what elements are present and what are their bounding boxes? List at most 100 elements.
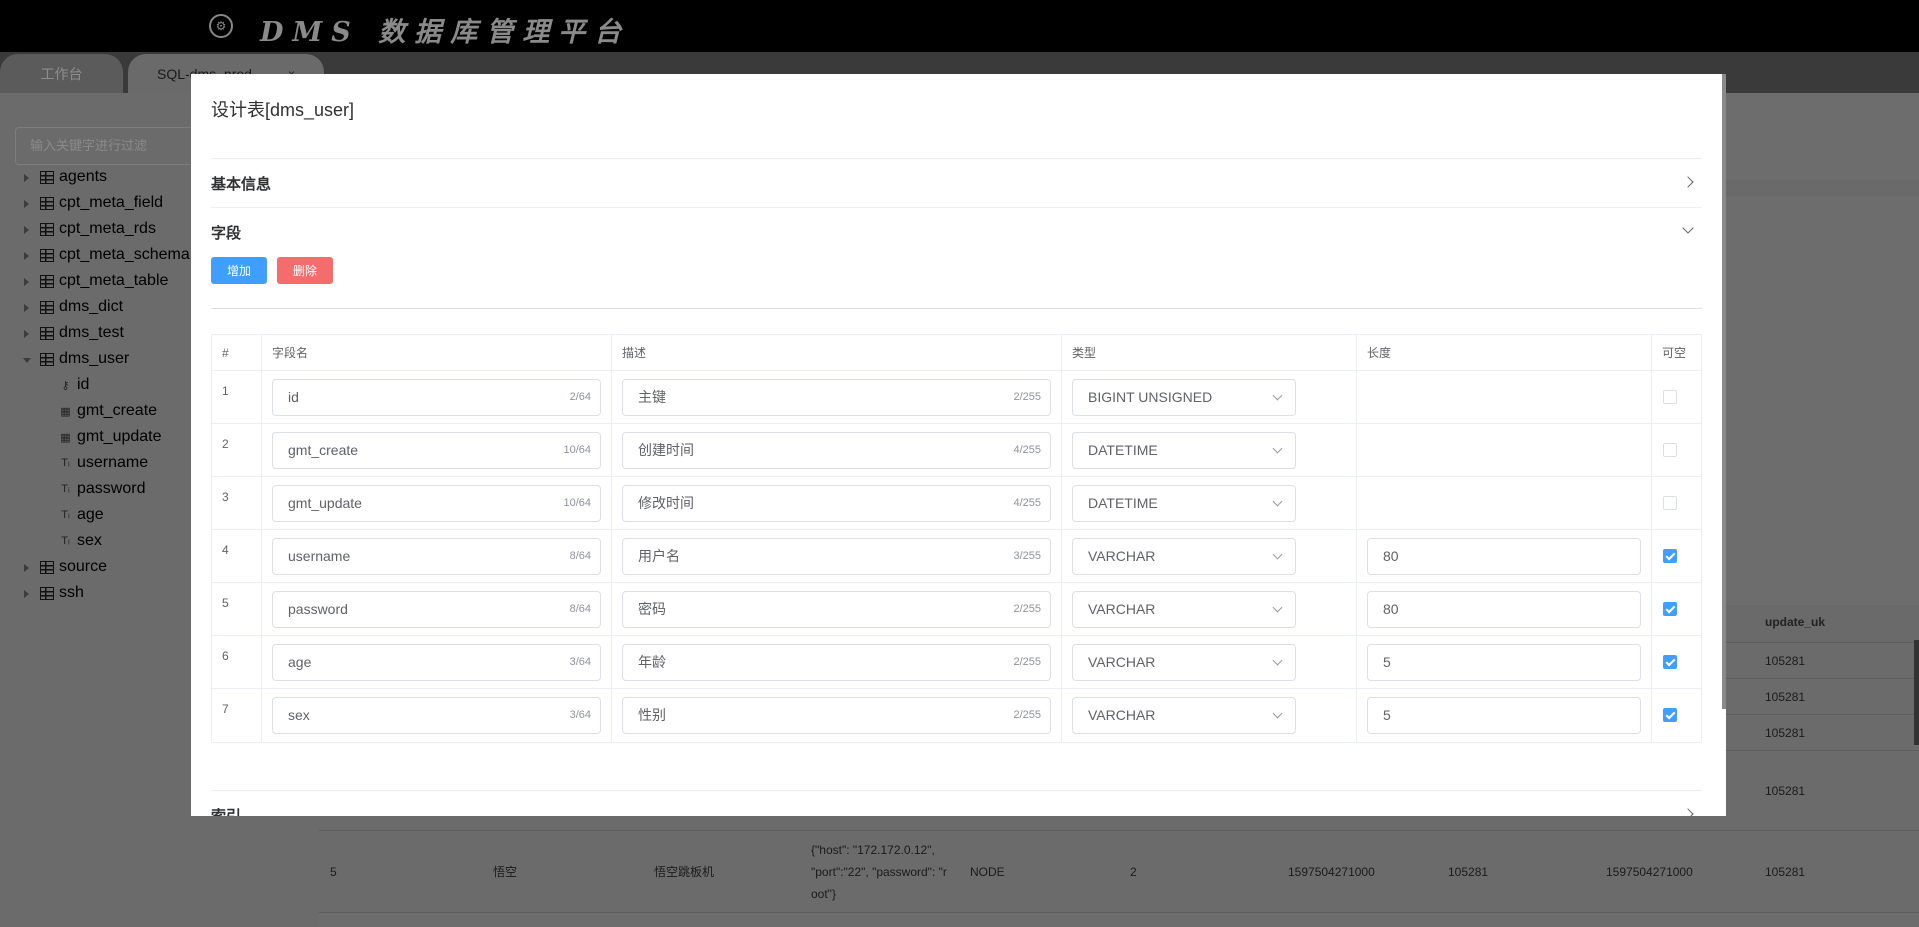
field-name-input[interactable]: id 2/64: [272, 379, 601, 416]
cell-type: VARCHAR: [1062, 636, 1357, 688]
add-field-button[interactable]: 增加: [211, 257, 267, 284]
nullable-checkbox[interactable]: [1663, 602, 1677, 616]
table-icon: [40, 223, 54, 236]
length-input[interactable]: 80: [1367, 591, 1641, 628]
fields-table-body: 1 id 2/64 主键 2/255 BIGINT UNSIGNED 2 gmt_create…: [212, 371, 1701, 742]
nullable-checkbox[interactable]: [1663, 443, 1677, 457]
header-field-name: 字段名: [262, 335, 612, 370]
chevron-down-icon: [1272, 655, 1283, 666]
cell-description: 年龄 2/255: [612, 636, 1062, 688]
type-value: VARCHAR: [1088, 654, 1156, 670]
type-select[interactable]: DATETIME: [1072, 432, 1296, 469]
section-index[interactable]: 索引: [211, 790, 1702, 816]
text-type-icon: Tᵢ: [61, 509, 70, 521]
scrollbar[interactable]: [1914, 640, 1919, 745]
type-select[interactable]: VARCHAR: [1072, 644, 1296, 681]
field-name-input[interactable]: sex 3/64: [272, 697, 601, 734]
tab-workbench[interactable]: 工作台: [0, 54, 123, 93]
cell-nullable: [1652, 636, 1703, 688]
field-name-input[interactable]: age 3/64: [272, 644, 601, 681]
description-input[interactable]: 主键 2/255: [622, 379, 1051, 416]
table-label: ssh: [59, 584, 84, 601]
column-label: gmt_create: [77, 402, 158, 419]
dialog-scrollbar[interactable]: [1722, 74, 1726, 709]
fields-table-header: # 字段名 描述 类型 长度 可空: [212, 335, 1701, 371]
description-input[interactable]: 性别 2/255: [622, 697, 1051, 734]
nullable-checkbox[interactable]: [1663, 390, 1677, 404]
caret-right-icon[interactable]: [24, 590, 29, 598]
table-icon: [40, 353, 54, 366]
table-label: agents: [59, 168, 108, 185]
section-fields[interactable]: 字段: [211, 207, 1702, 256]
cell-length: 5: [1357, 689, 1652, 742]
caret-right-icon[interactable]: [24, 200, 29, 208]
caret-right-icon[interactable]: [24, 330, 29, 338]
type-value: DATETIME: [1088, 495, 1158, 511]
field-name-input[interactable]: gmt_create 10/64: [272, 432, 601, 469]
type-select[interactable]: BIGINT UNSIGNED: [1072, 379, 1296, 416]
description-input[interactable]: 创建时间 4/255: [622, 432, 1051, 469]
table-icon: [40, 561, 54, 574]
row-number: 3: [222, 490, 229, 504]
chevron-down-icon: [1272, 496, 1283, 507]
field-row: 4 username 8/64 用户名 3/255 VARCHAR 80: [212, 530, 1701, 583]
bg-cell-update-uk: 105281: [1765, 690, 1806, 704]
top-bar: ⚙ DMS 数据库管理平台: [0, 0, 1919, 52]
row-number: 4: [222, 543, 229, 557]
length-value: 5: [1383, 707, 1391, 723]
length-input[interactable]: 80: [1367, 538, 1641, 575]
length-input[interactable]: 5: [1367, 644, 1641, 681]
table-label: cpt_meta_field: [59, 194, 164, 211]
caret-right-icon[interactable]: [24, 226, 29, 234]
description-input[interactable]: 用户名 3/255: [622, 538, 1051, 575]
app-title: DMS 数据库管理平台: [260, 17, 631, 48]
cell-nullable: [1652, 371, 1703, 423]
design-table-dialog: 设计表[dms_user] 基本信息 字段 增加 删除 # 字段名 描述 类型 …: [191, 74, 1726, 816]
nullable-checkbox[interactable]: [1663, 655, 1677, 669]
header-length: 长度: [1357, 335, 1652, 370]
field-row: 5 password 8/64 密码 2/255 VARCHAR 80: [212, 583, 1701, 636]
length-input[interactable]: 5: [1367, 697, 1641, 734]
header-num: #: [212, 335, 262, 370]
description-value: 创建时间: [638, 442, 694, 458]
bg-cell-col5: 2: [1130, 865, 1137, 879]
table-label: dms_dict: [59, 298, 124, 315]
description-input[interactable]: 密码 2/255: [622, 591, 1051, 628]
length-value: 5: [1383, 654, 1391, 670]
description-input[interactable]: 年龄 2/255: [622, 644, 1051, 681]
cell-description: 性别 2/255: [612, 689, 1062, 742]
table-label: cpt_meta_rds: [59, 220, 156, 237]
caret-right-icon[interactable]: [24, 278, 29, 286]
nullable-checkbox[interactable]: [1663, 708, 1677, 722]
bg-cell-type: NODE: [970, 865, 1005, 879]
caret-right-icon[interactable]: [24, 304, 29, 312]
type-select[interactable]: VARCHAR: [1072, 538, 1296, 575]
nullable-checkbox[interactable]: [1663, 549, 1677, 563]
char-count: 2/64: [569, 391, 591, 403]
field-name-input[interactable]: password 8/64: [272, 591, 601, 628]
char-count: 10/64: [563, 497, 591, 509]
field-name-value: sex: [288, 707, 310, 723]
caret-right-icon[interactable]: [24, 564, 29, 572]
description-input[interactable]: 修改时间 4/255: [622, 485, 1051, 522]
description-value: 年龄: [638, 654, 666, 670]
cell-description: 创建时间 4/255: [612, 424, 1062, 476]
content-strip: [1726, 180, 1919, 196]
type-select[interactable]: DATETIME: [1072, 485, 1296, 522]
caret-right-icon[interactable]: [24, 174, 29, 182]
field-name-value: gmt_update: [288, 495, 362, 511]
cell-num: 5: [212, 583, 262, 635]
nullable-checkbox[interactable]: [1663, 496, 1677, 510]
delete-field-button[interactable]: 删除: [277, 257, 333, 284]
field-name-input[interactable]: username 8/64: [272, 538, 601, 575]
type-select[interactable]: VARCHAR: [1072, 591, 1296, 628]
caret-right-icon[interactable]: [24, 252, 29, 260]
cell-description: 密码 2/255: [612, 583, 1062, 635]
field-name-input[interactable]: gmt_update 10/64: [272, 485, 601, 522]
caret-down-icon[interactable]: [23, 358, 31, 363]
section-basic-info[interactable]: 基本信息: [211, 158, 1702, 207]
table-icon: [40, 275, 54, 288]
row-number: 5: [222, 596, 229, 610]
cell-num: 2: [212, 424, 262, 476]
type-select[interactable]: VARCHAR: [1072, 697, 1296, 734]
